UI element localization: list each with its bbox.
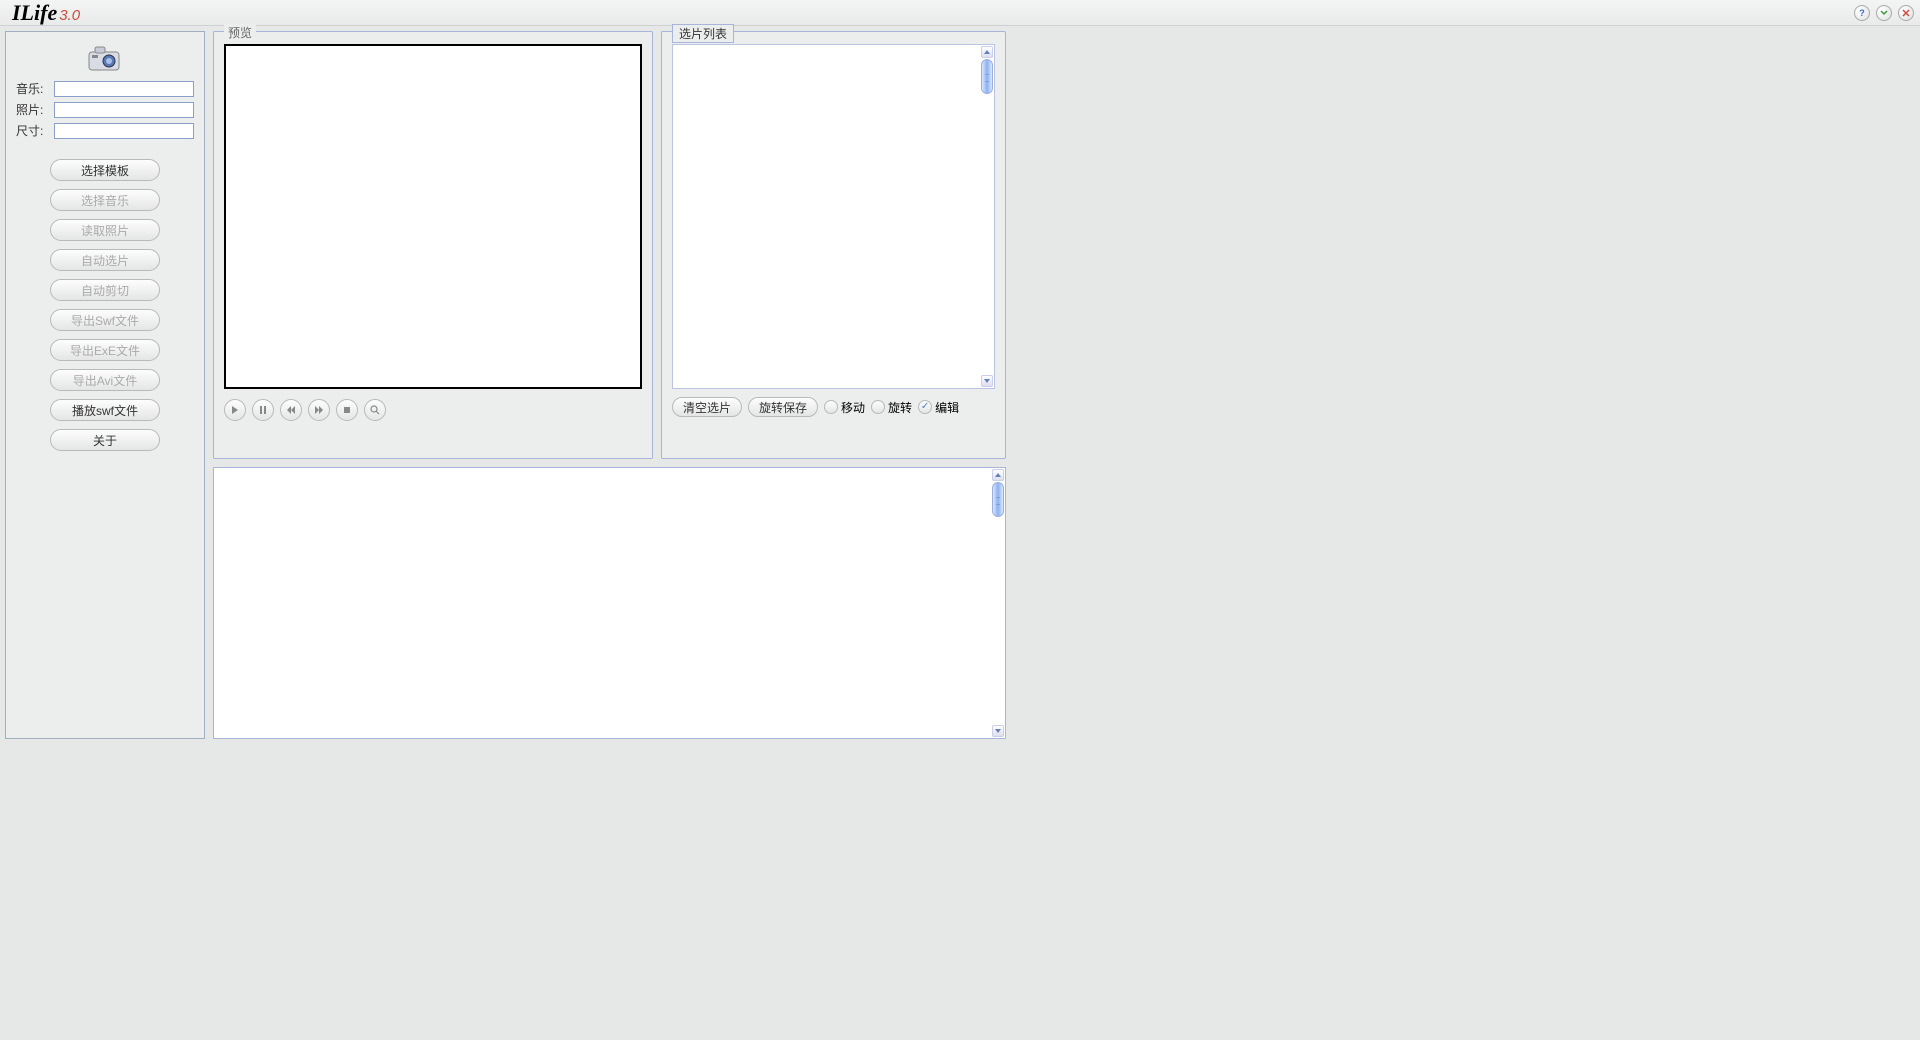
stop-icon[interactable] [336, 399, 358, 421]
selection-toolbar: 清空选片 旋转保存 移动 旋转 编辑 [672, 397, 995, 417]
size-field[interactable] [54, 123, 194, 139]
app-version: 3.0 [59, 7, 80, 24]
about-button[interactable]: 关于 [50, 429, 160, 451]
info-rows: 音乐: 照片: 尺寸: [16, 80, 194, 139]
scroll-up-icon[interactable] [992, 469, 1004, 481]
radio-move-dot[interactable] [824, 400, 838, 414]
scroll-up-icon[interactable] [981, 46, 993, 58]
selection-group: 选片列表 清空选片 旋转保存 移动 [661, 31, 1006, 459]
bottom-panel[interactable] [213, 467, 1006, 739]
top-row: 预览 选片列表 [213, 31, 1006, 459]
window-controls: ? [1854, 5, 1914, 21]
scroll-down-icon[interactable] [992, 725, 1004, 737]
export-avi-button[interactable]: 导出Avi文件 [50, 369, 160, 391]
title-bar: ILife 3.0 ? [0, 0, 1920, 26]
scroll-thumb[interactable] [992, 482, 1004, 517]
help-icon[interactable]: ? [1854, 5, 1870, 21]
selection-list[interactable] [672, 44, 995, 389]
bottom-scrollbar[interactable] [992, 469, 1004, 737]
radio-edit-dot[interactable] [918, 400, 932, 414]
zoom-icon[interactable] [364, 399, 386, 421]
center-column: 预览 选片列表 [213, 31, 1006, 739]
read-photo-button[interactable]: 读取照片 [50, 219, 160, 241]
music-label: 音乐: [16, 80, 52, 97]
forward-icon[interactable] [308, 399, 330, 421]
selection-scrollbar[interactable] [981, 46, 993, 387]
sidebar-buttons: 选择模板 选择音乐 读取照片 自动选片 自动剪切 导出Swf文件 导出ExE文件… [16, 159, 194, 451]
scroll-thumb[interactable] [981, 59, 993, 94]
radio-rotate-label: 旋转 [888, 399, 912, 416]
music-field[interactable] [54, 81, 194, 97]
play-swf-button[interactable]: 播放swf文件 [50, 399, 160, 421]
preview-group: 预览 [213, 31, 653, 459]
clear-selection-button[interactable]: 清空选片 [672, 397, 742, 417]
minimize-icon[interactable] [1876, 5, 1892, 21]
radio-move-label: 移动 [841, 399, 865, 416]
pause-icon[interactable] [252, 399, 274, 421]
preview-screen [224, 44, 642, 389]
radio-edit[interactable]: 编辑 [918, 399, 959, 416]
size-label: 尺寸: [16, 122, 52, 139]
export-swf-button[interactable]: 导出Swf文件 [50, 309, 160, 331]
scroll-down-icon[interactable] [981, 375, 993, 387]
play-icon[interactable] [224, 399, 246, 421]
auto-select-button[interactable]: 自动选片 [50, 249, 160, 271]
export-exe-button[interactable]: 导出ExE文件 [50, 339, 160, 361]
app-name: ILife [12, 0, 57, 26]
svg-text:?: ? [1859, 8, 1865, 18]
rotate-save-button[interactable]: 旋转保存 [748, 397, 818, 417]
workspace: 音乐: 照片: 尺寸: 选择模板 选择音乐 读取照片 自动选片 自动剪切 导出S… [0, 26, 1920, 744]
radio-edit-label: 编辑 [935, 399, 959, 416]
auto-cut-button[interactable]: 自动剪切 [50, 279, 160, 301]
selection-title: 选片列表 [672, 24, 734, 43]
photo-label: 照片: [16, 101, 52, 118]
rewind-icon[interactable] [280, 399, 302, 421]
app-logo: ILife 3.0 [12, 0, 80, 26]
close-icon[interactable] [1898, 5, 1914, 21]
preview-title: 预览 [224, 24, 256, 41]
photo-field[interactable] [54, 102, 194, 118]
radio-move[interactable]: 移动 [824, 399, 865, 416]
player-controls [224, 399, 642, 421]
radio-rotate[interactable]: 旋转 [871, 399, 912, 416]
radio-rotate-dot[interactable] [871, 400, 885, 414]
camera-icon [85, 42, 125, 72]
select-template-button[interactable]: 选择模板 [50, 159, 160, 181]
sidebar: 音乐: 照片: 尺寸: 选择模板 选择音乐 读取照片 自动选片 自动剪切 导出S… [5, 31, 205, 739]
select-music-button[interactable]: 选择音乐 [50, 189, 160, 211]
